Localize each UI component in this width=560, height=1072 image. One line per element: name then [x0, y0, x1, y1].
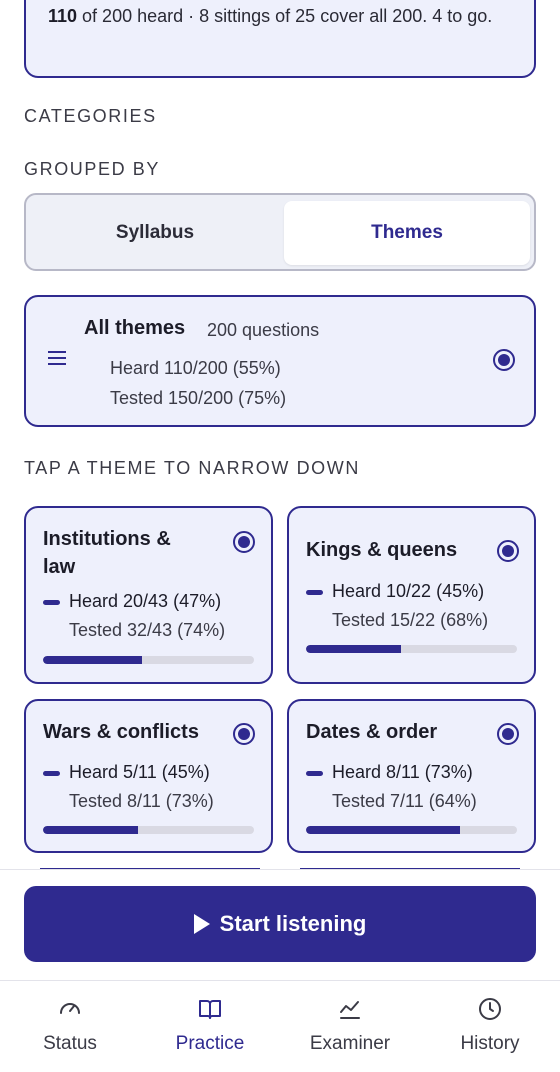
- chart-line-icon: [340, 1001, 360, 1019]
- tab-status[interactable]: Status: [0, 981, 140, 1072]
- theme-title-line-1: Dates & order: [306, 721, 438, 743]
- theme-progress-fill: [43, 826, 138, 834]
- theme-radio-icon[interactable]: [497, 723, 519, 745]
- play-icon: [193, 914, 210, 934]
- tab-label: Practice: [175, 1033, 245, 1054]
- theme-heard: Heard 10/22 (45%): [332, 581, 485, 601]
- theme-heard: Heard 5/11 (45%): [69, 762, 210, 782]
- theme-progress-bar: [306, 645, 517, 653]
- tab-label: Examiner: [309, 1033, 391, 1054]
- narrow-down-heading: TAP A THEME TO NARROW DOWN: [24, 458, 360, 478]
- coverage-summary-rest: of 200 heard · 8 sittings of 25 cover al…: [77, 6, 493, 26]
- theme-progress-fill: [306, 645, 401, 653]
- theme-title-line-2: law: [43, 556, 76, 578]
- theme-card-kings-queens[interactable]: Kings & queens Heard 10/22 (45%) Tested …: [287, 506, 536, 684]
- heard-dash-icon: [43, 600, 60, 605]
- theme-card-dates-order[interactable]: Dates & order Heard 8/11 (73%) Tested 7/…: [287, 699, 536, 853]
- coverage-summary-card: 110 of 200 heard · 8 sittings of 25 cove…: [24, 0, 536, 78]
- grouped-by-heading: GROUPED BY: [24, 159, 161, 179]
- theme-radio-icon[interactable]: [233, 531, 255, 553]
- theme-title: Kings & queens: [306, 536, 457, 564]
- theme-tested: Tested 7/11 (64%): [332, 791, 477, 811]
- all-themes-count: 200 questions: [207, 320, 320, 340]
- tab-history[interactable]: History: [420, 981, 560, 1072]
- theme-heard: Heard 8/11 (73%): [332, 762, 473, 782]
- theme-progress-bar: [306, 826, 517, 834]
- theme-tested: Tested 32/43 (74%): [69, 620, 226, 640]
- all-themes-title: All themes: [84, 317, 186, 339]
- all-themes-radio-icon[interactable]: [493, 349, 515, 371]
- theme-progress-bar: [43, 656, 254, 664]
- theme-card-wars-conflicts[interactable]: Wars & conflicts Heard 5/11 (45%) Tested…: [24, 699, 273, 853]
- heard-dash-icon: [43, 771, 60, 776]
- clock-icon: [479, 998, 501, 1020]
- tab-label: Status: [43, 1033, 97, 1054]
- theme-progress-bar: [43, 826, 254, 834]
- book-icon: [199, 1000, 221, 1019]
- theme-title: Institutions & law: [43, 525, 171, 581]
- start-listening-label: Start listening: [219, 911, 367, 936]
- heard-dash-icon: [306, 771, 323, 776]
- theme-title-line-1: Wars & conflicts: [43, 721, 199, 743]
- heard-dash-icon: [306, 590, 323, 595]
- theme-card-institutions-law[interactable]: Institutions & law Heard 20/43 (47%) Tes…: [24, 506, 273, 684]
- theme-title: Dates & order: [306, 718, 437, 746]
- start-listening-button[interactable]: Start listening: [24, 886, 536, 962]
- theme-progress-fill: [306, 826, 461, 834]
- all-themes-heard: Heard 110/200 (55%): [110, 358, 281, 378]
- tab-examiner[interactable]: Examiner: [280, 981, 420, 1072]
- bottom-tab-bar: Status Practice Examiner History: [0, 980, 560, 1072]
- theme-title-line-1: Kings & queens: [306, 539, 458, 561]
- theme-radio-icon[interactable]: [233, 723, 255, 745]
- menu-icon: [48, 351, 68, 367]
- segment-themes[interactable]: Themes: [284, 201, 530, 265]
- theme-tested: Tested 15/22 (68%): [332, 610, 489, 630]
- grouping-segmented-control: Syllabus Themes: [24, 193, 536, 271]
- theme-tested: Tested 8/11 (73%): [69, 791, 214, 811]
- categories-heading: CATEGORIES: [24, 106, 157, 126]
- theme-radio-icon[interactable]: [497, 540, 519, 562]
- all-themes-tested: Tested 150/200 (75%): [110, 388, 287, 408]
- all-themes-card[interactable]: All themes 200 questions Heard 110/200 (…: [24, 295, 536, 427]
- theme-title-line-1: Institutions &: [43, 528, 171, 550]
- segment-syllabus[interactable]: Syllabus: [32, 201, 278, 265]
- theme-progress-fill: [43, 656, 143, 664]
- gauge-icon: [60, 1003, 80, 1014]
- theme-title: Wars & conflicts: [43, 718, 199, 746]
- tab-label: History: [460, 1033, 520, 1054]
- theme-heard: Heard 20/43 (47%): [69, 591, 222, 611]
- coverage-summary-text: 110 of 200 heard · 8 sittings of 25 cove…: [48, 6, 492, 26]
- tab-practice[interactable]: Practice: [140, 981, 280, 1072]
- heard-count: 110: [48, 6, 78, 26]
- bottom-panel: Start listening Status Practice Examiner: [0, 869, 560, 1072]
